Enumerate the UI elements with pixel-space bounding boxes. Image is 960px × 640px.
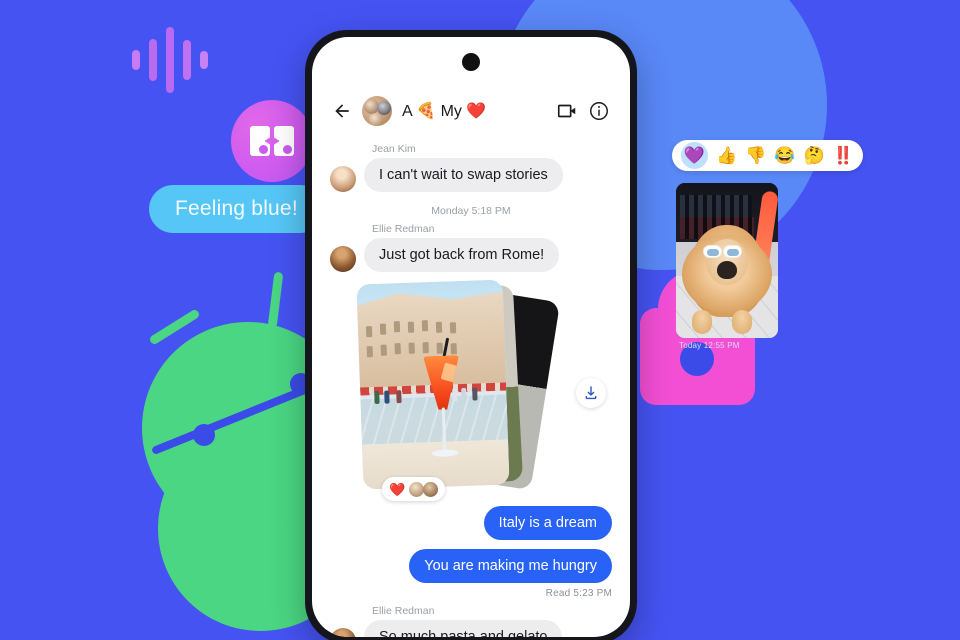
heart-reaction-icon: ❤️: [389, 481, 406, 497]
sticker-glyph-dot-right: [283, 145, 292, 154]
reaction-avatar: [409, 481, 425, 497]
android-eye-left: [193, 424, 215, 446]
avatar-part: [377, 101, 391, 115]
poster-canvas: Feeling blue! Today 12:55 PM 💜 👍 👎 😂 🤔 ‼…: [0, 0, 960, 640]
message-row-outgoing: You are making me hungry: [330, 549, 612, 583]
sticker-glyph: [250, 126, 294, 156]
photo-glass-base: [431, 449, 459, 458]
waveform-bar: [200, 51, 208, 69]
dog-sunglasses-left: [703, 245, 722, 258]
reaction-picker-bar[interactable]: 💜 👍 👎 😂 🤔 ‼️: [672, 140, 863, 171]
download-button[interactable]: [576, 378, 606, 408]
phone-mockup: A 🍕 My ❤️ Jean Kim I can't wait to swap …: [305, 30, 637, 640]
dog-snout: [717, 261, 737, 279]
feeling-blue-label: Feeling blue!: [175, 197, 298, 220]
camera-punch-hole: [462, 53, 480, 71]
waveform-bar: [149, 39, 157, 81]
avatar-ellie-redman: [330, 628, 356, 637]
message-sender-name: Ellie Redman: [372, 223, 435, 235]
chat-header: A 🍕 My ❤️: [312, 89, 630, 133]
sticker-badge-icon: [231, 100, 313, 182]
avatar-jean-kim: [330, 166, 356, 192]
dog-paw-right: [732, 310, 752, 334]
thumbs-down-reaction-icon[interactable]: 👎: [745, 147, 766, 164]
avatar-ellie-redman: [330, 246, 356, 272]
photo-glass-bowl: [423, 355, 461, 410]
reaction-avatar: [423, 481, 439, 497]
thumbs-up-reaction-icon[interactable]: 👍: [716, 147, 737, 164]
photo-glass-stem: [441, 407, 446, 452]
chat-title[interactable]: A 🍕 My ❤️: [402, 101, 486, 121]
photo-attachment-stack[interactable]: ❤️: [356, 279, 610, 501]
dog-paw-left: [692, 310, 712, 334]
dog-sunglasses-right: [723, 245, 742, 258]
message-list[interactable]: Jean Kim I can't wait to swap stories Mo…: [312, 137, 630, 637]
group-avatar[interactable]: [362, 96, 392, 126]
message-row-outgoing: Italy is a dream: [330, 506, 612, 540]
waveform-bar: [183, 40, 191, 80]
message-row-incoming: So much pasta and gelato: [330, 620, 612, 637]
timestamp-separator: Monday 5:18 PM: [431, 205, 511, 217]
info-icon[interactable]: [588, 100, 610, 122]
back-arrow-icon[interactable]: [332, 101, 352, 121]
dog-photo-timestamp: Today 12:55 PM: [679, 341, 740, 350]
message-sender-name: Ellie Redman: [372, 605, 435, 617]
photo-ice: [441, 363, 461, 384]
message-bubble[interactable]: Just got back from Rome!: [364, 238, 560, 272]
sticker-glyph-dot-left: [259, 145, 268, 154]
message-row-incoming: Just got back from Rome!: [330, 238, 612, 272]
waveform-bar: [132, 50, 140, 70]
dog-photo-card[interactable]: [676, 183, 778, 338]
waveform-bar: [166, 27, 174, 93]
message-sender-name: Jean Kim: [372, 143, 416, 155]
message-reaction-chip[interactable]: ❤️: [382, 477, 446, 501]
message-bubble[interactable]: So much pasta and gelato: [364, 620, 563, 637]
voice-waveform-icon: [132, 27, 224, 93]
thinking-reaction-icon[interactable]: 🤔: [804, 147, 825, 164]
read-receipt: Read 5:23 PM: [545, 588, 612, 599]
avatar-part: [369, 113, 382, 126]
photo-stack-front[interactable]: [356, 279, 510, 490]
laughing-reaction-icon[interactable]: 😂: [774, 147, 795, 164]
message-row-incoming: I can't wait to swap stories: [330, 158, 612, 192]
phone-screen: A 🍕 My ❤️ Jean Kim I can't wait to swap …: [312, 37, 630, 637]
download-icon: [585, 386, 597, 400]
photo-spritz-glass: [417, 337, 469, 469]
message-bubble[interactable]: You are making me hungry: [409, 549, 612, 583]
heart-reaction-icon[interactable]: 💜: [681, 142, 708, 169]
exclamation-reaction-icon[interactable]: ‼️: [833, 147, 854, 164]
message-bubble[interactable]: Italy is a dream: [483, 506, 612, 540]
video-camera-icon[interactable]: [556, 100, 578, 122]
android-antenna-right: [267, 271, 284, 329]
message-bubble[interactable]: I can't wait to swap stories: [364, 158, 563, 192]
feeling-blue-bubble: Feeling blue!: [149, 185, 324, 233]
